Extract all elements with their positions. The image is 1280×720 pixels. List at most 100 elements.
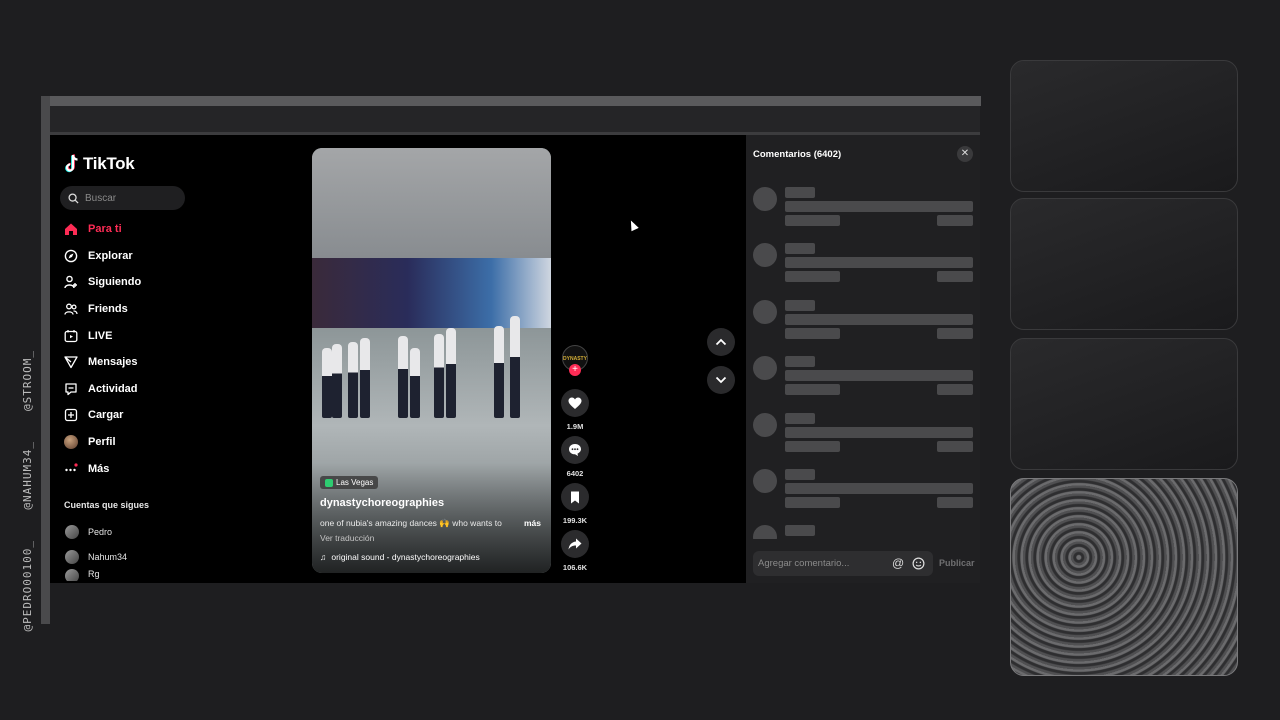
comments-list xyxy=(753,187,975,539)
activity-icon xyxy=(64,382,78,396)
creator-avatar-text: DYNASTY xyxy=(563,356,587,362)
live-icon xyxy=(64,329,78,343)
send-icon xyxy=(64,355,78,369)
nav-item-cargar[interactable]: Cargar xyxy=(64,402,141,429)
comment-skeleton xyxy=(753,525,975,539)
following-name: Pedro xyxy=(88,526,113,537)
video-scene-dancers xyxy=(318,308,538,418)
comment-button[interactable] xyxy=(561,436,589,464)
location-label: Las Vegas xyxy=(336,478,374,487)
nav-item-friends[interactable]: Friends xyxy=(64,296,141,323)
comment-input[interactable] xyxy=(758,558,886,569)
nav-item-mensajes[interactable]: Mensajes xyxy=(64,349,141,376)
comment-skeleton xyxy=(753,299,975,356)
emoji-icon[interactable] xyxy=(912,557,925,570)
profile-avatar xyxy=(64,435,78,450)
following-item[interactable]: Pedro xyxy=(65,519,127,544)
heart-icon xyxy=(568,397,582,409)
compass-icon xyxy=(64,249,78,263)
friends-icon xyxy=(64,302,78,316)
home-icon xyxy=(64,222,78,236)
nav-item-live[interactable]: LIVE xyxy=(64,322,141,349)
bookmark-icon xyxy=(571,491,579,503)
decor-panel-3 xyxy=(1010,338,1238,470)
comment-skeleton xyxy=(753,468,975,525)
comments-panel: Comentarios (6402) ✕ @ Publicar xyxy=(746,135,980,583)
nav-label: Siguiendo xyxy=(88,276,142,289)
avatar xyxy=(65,569,79,581)
nav-item-siguiendo[interactable]: Siguiendo xyxy=(64,269,141,296)
following-name: Nahum34 xyxy=(88,551,128,562)
backdrop-strip xyxy=(50,106,980,134)
following-title: Cuentas que sigues xyxy=(64,500,150,510)
music-note-icon: ♫ xyxy=(320,552,327,562)
logo-text: TikTok xyxy=(83,154,135,173)
handle-stroom: @STROOM_ xyxy=(20,350,34,411)
nav-item-mas[interactable]: Más xyxy=(64,455,141,482)
mention-icon[interactable]: @ xyxy=(892,556,904,570)
decor-panel-texture xyxy=(1010,478,1238,676)
sound-link[interactable]: ♫ original sound - dynastychoreographies xyxy=(320,552,480,562)
more-icon xyxy=(64,462,78,476)
more-link[interactable]: más xyxy=(524,518,541,528)
share-count: 106.6K xyxy=(562,563,588,572)
tiktok-logo[interactable]: TikTok xyxy=(64,154,135,174)
like-count: 1.9M xyxy=(566,422,584,431)
comment-skeleton xyxy=(753,187,975,243)
search-input[interactable] xyxy=(85,192,175,204)
video-description: one of nubia's amazing dances 🙌 who want… xyxy=(320,518,502,528)
nav-label: Más xyxy=(88,462,110,475)
nav-label: Mensajes xyxy=(88,356,138,369)
social-handles: @STROOM_ @NAHUM34_ @PEDRO00100_ xyxy=(20,350,34,631)
like-button[interactable] xyxy=(561,389,589,417)
video-scene-ceiling xyxy=(312,148,551,258)
video-player[interactable]: Las Vegas dynastychoreographies one of n… xyxy=(312,148,551,573)
nav-label: Explorar xyxy=(88,249,133,262)
comment-input-box[interactable]: @ xyxy=(753,551,933,576)
nav-label: Cargar xyxy=(88,409,124,422)
nav-label: LIVE xyxy=(88,329,113,342)
following-item[interactable]: Rg xyxy=(65,569,127,581)
translate-link[interactable]: Ver traducción xyxy=(320,533,374,543)
close-icon[interactable]: ✕ xyxy=(957,146,973,162)
previous-video-button[interactable] xyxy=(707,328,735,356)
location-chip[interactable]: Las Vegas xyxy=(320,476,379,489)
main-nav: Para ti Explorar Siguiendo Friends LIVE … xyxy=(64,216,141,482)
following-name: Rg xyxy=(88,569,100,579)
nav-label: Actividad xyxy=(88,382,138,395)
share-button[interactable] xyxy=(561,530,589,558)
upload-icon xyxy=(64,408,78,422)
save-count: 199.3K xyxy=(562,516,588,525)
comment-skeleton xyxy=(753,356,975,412)
mouse-cursor xyxy=(627,218,639,232)
backdrop-frame-top xyxy=(41,96,981,106)
share-icon xyxy=(568,538,582,550)
next-video-button[interactable] xyxy=(707,366,735,394)
avatar xyxy=(65,524,79,539)
handle-pedro: @PEDRO00100_ xyxy=(20,539,34,632)
comment-icon xyxy=(569,444,581,456)
video-author[interactable]: dynastychoreographies xyxy=(320,497,444,509)
search-box[interactable] xyxy=(60,186,185,210)
nav-item-perfil[interactable]: Perfil xyxy=(64,429,141,456)
nav-item-explorar[interactable]: Explorar xyxy=(64,243,141,270)
avatar xyxy=(65,549,79,564)
chevron-down-icon xyxy=(715,376,727,384)
post-comment-button[interactable]: Publicar xyxy=(939,558,975,568)
comment-count: 6402 xyxy=(566,469,584,478)
nav-label: Para ti xyxy=(88,223,122,236)
comments-title: Comentarios (6402) xyxy=(753,149,842,160)
nav-label: Friends xyxy=(88,303,128,316)
follow-plus-icon[interactable]: + xyxy=(569,364,581,376)
sidebar: TikTok Para ti Explorar xyxy=(50,135,300,583)
comment-skeleton xyxy=(753,243,975,299)
tiktok-window: TikTok Para ti Explorar xyxy=(50,135,980,583)
nav-item-para-ti[interactable]: Para ti xyxy=(64,216,141,243)
nav-item-actividad[interactable]: Actividad xyxy=(64,376,141,403)
save-button[interactable] xyxy=(561,483,589,511)
comment-skeleton xyxy=(753,412,975,469)
following-item[interactable]: Nahum34 xyxy=(65,544,127,569)
location-pin-icon xyxy=(325,478,333,487)
nav-label: Perfil xyxy=(88,436,116,449)
search-icon xyxy=(68,192,79,204)
